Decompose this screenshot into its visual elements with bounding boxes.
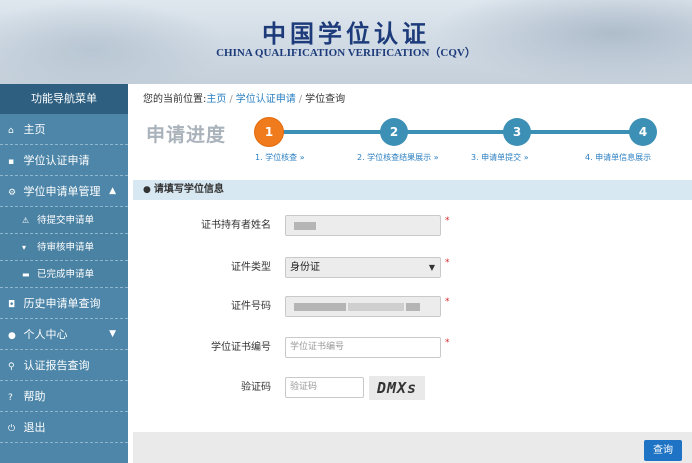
sidebar-item-application-management[interactable]: ⚙ 学位申请单管理 ▲ xyxy=(0,176,128,207)
form-section-title: ● 请填写学位信息 xyxy=(133,180,692,200)
site-header: 中国学位认证 CHINA QUALIFICATION VERIFICATION（… xyxy=(0,0,692,84)
step-dot-2: 2 xyxy=(380,118,408,146)
step-label-1: 1. 学位核查 » xyxy=(255,153,305,162)
progress-steps: 申请进度 1 2 3 4 1. 学位核查 » 2. 学位核查结果展示 » 3. … xyxy=(133,114,692,162)
form-footer: 查询 xyxy=(133,432,692,463)
sidebar-nav: 功能导航菜单 ⌂ 主页 ▪ 学位认证申请 ⚙ 学位申请单管理 ▲ ⚠ 待提交申请… xyxy=(0,84,128,463)
sidebar-subitem-label: 已完成申请单 xyxy=(37,269,95,280)
sidebar-subitem-pending-review[interactable]: ▾ 待审核申请单 xyxy=(0,234,128,261)
sidebar-item-help[interactable]: ? 帮助 xyxy=(0,381,128,412)
sidebar-subitem-label: 待提交申请单 xyxy=(37,215,95,226)
id-type-value: 身份证 xyxy=(290,262,320,273)
step-label-2: 2. 学位核查结果展示 » xyxy=(357,153,439,162)
progress-title: 申请进度 xyxy=(146,124,227,146)
holder-name-input[interactable] xyxy=(285,215,441,236)
step-dot-4: 4 xyxy=(629,118,657,146)
required-mark: * xyxy=(445,338,450,348)
sidebar-item-logout[interactable]: ⏻ 退出 xyxy=(0,412,128,443)
step-label-4: 4. 申请单信息展示 xyxy=(585,153,652,162)
sidebar-item-degree-application[interactable]: ▪ 学位认证申请 xyxy=(0,145,128,176)
captcha-label: 验证码 xyxy=(241,382,271,393)
user-icon: ● xyxy=(143,185,151,195)
help-icon: ? xyxy=(8,393,13,403)
form-row-id-number: 证件号码 * xyxy=(133,295,692,319)
sidebar-subitem-pending-submit[interactable]: ⚠ 待提交申请单 xyxy=(0,207,128,234)
holder-name-label: 证书持有者姓名 xyxy=(201,220,271,231)
redacted-value xyxy=(348,303,404,311)
redacted-value xyxy=(294,303,346,311)
sidebar-item-home[interactable]: ⌂ 主页 xyxy=(0,114,128,145)
chevron-down-icon[interactable]: ▼ xyxy=(109,319,116,350)
chevron-up-icon[interactable]: ▲ xyxy=(109,176,116,207)
sidebar-item-history[interactable]: ◘ 历史申请单查询 xyxy=(0,288,128,319)
sidebar-item-personal-center[interactable]: ● 个人中心 ▼ xyxy=(0,319,128,350)
sidebar-item-label: 学位申请单管理 xyxy=(23,185,101,198)
form-row-id-type: 证件类型 身份证 ▼ * xyxy=(133,256,692,280)
file-icon: ▪ xyxy=(8,157,15,167)
form-section-label: 请填写学位信息 xyxy=(153,184,224,195)
briefcase-icon: ▬ xyxy=(22,270,30,279)
gear-icon: ⚙ xyxy=(8,188,17,198)
id-type-select[interactable]: 身份证 ▼ xyxy=(285,257,441,278)
site-subtitle: CHINA QUALIFICATION VERIFICATION（CQV） xyxy=(216,47,476,59)
chevron-down-icon: ▼ xyxy=(428,263,435,272)
sidebar-item-report-query[interactable]: ⚲ 认证报告查询 xyxy=(0,350,128,381)
degree-form: 证书持有者姓名 * 证件类型 身份证 ▼ * 证件号码 * 学位证书编号 学位证… xyxy=(133,200,692,432)
step-label-3: 3. 申请单提交 » xyxy=(471,153,529,162)
query-button[interactable]: 查询 xyxy=(644,440,682,461)
cart-icon: ▾ xyxy=(22,243,27,252)
redacted-value xyxy=(406,303,420,311)
captcha-image[interactable]: DMXs xyxy=(369,376,425,400)
main-content: 您的当前位置:主页 / 学位认证申请 / 学位查询 申请进度 1 2 3 4 1. 学位… xyxy=(133,88,692,463)
camera-icon: ◘ xyxy=(8,300,16,310)
captcha-input[interactable]: 验证码 xyxy=(285,377,364,398)
user-icon: ● xyxy=(8,331,16,341)
sidebar-item-label: 主页 xyxy=(23,123,46,136)
step-dot-1: 1 xyxy=(255,118,283,146)
sidebar-subitem-completed[interactable]: ▬ 已完成申请单 xyxy=(0,261,128,288)
sidebar-item-label: 学位认证申请 xyxy=(23,154,90,167)
breadcrumb-home-link[interactable]: 主页 xyxy=(206,94,226,105)
sidebar-item-label: 退出 xyxy=(23,421,46,434)
breadcrumb-separator: / xyxy=(229,94,233,105)
breadcrumb-prefix: 您的当前位置: xyxy=(143,94,207,105)
id-number-label: 证件号码 xyxy=(231,301,271,312)
required-mark: * xyxy=(445,216,450,226)
id-number-input[interactable] xyxy=(285,296,441,317)
breadcrumb-application-link[interactable]: 学位认证申请 xyxy=(236,94,296,105)
sidebar-item-label: 帮助 xyxy=(23,390,46,403)
form-row-captcha: 验证码 验证码 DMXs xyxy=(133,376,692,400)
breadcrumb-separator: / xyxy=(298,94,303,105)
redacted-value xyxy=(294,222,316,230)
form-row-degree-cert: 学位证书编号 学位证书编号 * xyxy=(133,336,692,360)
warning-icon: ⚠ xyxy=(22,216,30,225)
search-icon: ⚲ xyxy=(8,362,15,372)
breadcrumb: 您的当前位置:主页 / 学位认证申请 / 学位查询 xyxy=(133,88,692,112)
sidebar-subitem-label: 待审核申请单 xyxy=(37,242,95,253)
id-type-label: 证件类型 xyxy=(231,262,271,273)
step-dot-3: 3 xyxy=(503,118,531,146)
required-mark: * xyxy=(445,297,450,307)
home-icon: ⌂ xyxy=(8,126,14,136)
form-row-holder-name: 证书持有者姓名 * xyxy=(133,214,692,238)
sidebar-item-label: 历史申请单查询 xyxy=(23,297,101,310)
required-mark: * xyxy=(445,258,450,268)
degree-cert-input[interactable]: 学位证书编号 xyxy=(285,337,441,358)
sidebar-item-label: 认证报告查询 xyxy=(23,359,90,372)
degree-cert-label: 学位证书编号 xyxy=(211,342,271,353)
breadcrumb-current: 学位查询 xyxy=(305,94,346,105)
progress-line xyxy=(279,130,647,134)
sidebar-menu-title: 功能导航菜单 xyxy=(0,84,128,114)
power-icon: ⏻ xyxy=(8,424,16,434)
sidebar-item-label: 个人中心 xyxy=(23,328,68,341)
